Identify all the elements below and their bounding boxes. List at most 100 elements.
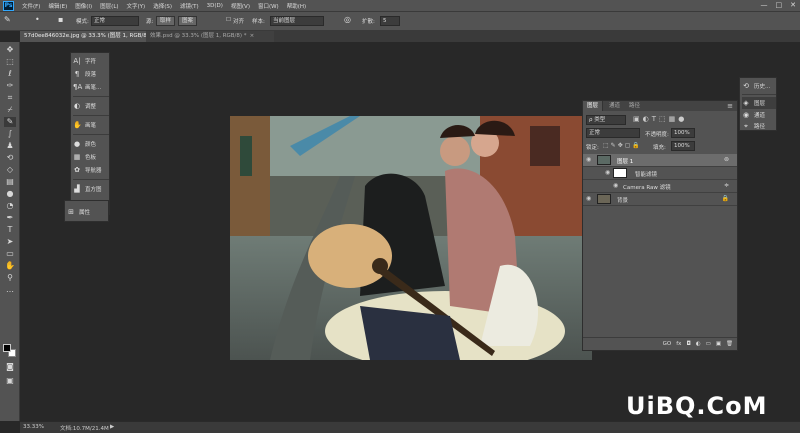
lock-icons[interactable]: ⬚✎✥▢🔒 bbox=[603, 142, 642, 149]
dodge-tool-icon[interactable]: ◔ bbox=[4, 201, 16, 211]
crop-tool-icon[interactable]: ⌗ bbox=[4, 93, 16, 103]
pattern-button[interactable]: 图案 bbox=[178, 16, 198, 26]
divider bbox=[73, 115, 109, 116]
layers-panel-button[interactable]: ◈ 图层 bbox=[742, 97, 776, 109]
character-panel-button[interactable]: A| 字符 bbox=[73, 55, 109, 67]
clone-source-icon[interactable]: ▪ bbox=[58, 15, 63, 24]
menu-3d[interactable]: 3D(D) bbox=[207, 3, 223, 9]
blur-tool-icon[interactable]: ● bbox=[4, 189, 16, 199]
brush-tool-icon[interactable]: ∫ bbox=[4, 129, 16, 139]
zoom-level[interactable]: 33.33% bbox=[23, 424, 44, 430]
filter-type-icons[interactable]: ▣◐T⬚▦● bbox=[633, 115, 687, 123]
new-layer-icon[interactable]: ▣ bbox=[716, 341, 721, 347]
options-bar: ✎ • ▪ 模式: 正常 源: 取样 图案 ☐ 对齐 样本: 当前图层 ◎ 扩散… bbox=[0, 12, 800, 31]
menu-filter[interactable]: 滤镜(T) bbox=[180, 2, 199, 10]
visibility-eye-icon[interactable]: ◉ bbox=[586, 156, 591, 163]
brush-presets-panel-button[interactable]: ¶A 画笔... bbox=[73, 81, 109, 93]
clone-stamp-tool-icon[interactable]: ♟ bbox=[4, 141, 16, 151]
visibility-eye-icon[interactable]: ◉ bbox=[586, 195, 591, 202]
canvas-image[interactable] bbox=[230, 116, 592, 360]
aligned-label: 对齐 bbox=[233, 19, 245, 25]
properties-panel-button[interactable]: ⊞ 属性 bbox=[64, 200, 109, 222]
panel-menu-icon[interactable]: ≡ bbox=[727, 102, 733, 110]
maximize-button[interactable]: □ bbox=[776, 1, 783, 9]
hand-tool-icon[interactable]: ✋ bbox=[4, 261, 16, 271]
close-icon[interactable]: × bbox=[250, 33, 255, 39]
fill-input[interactable]: 100% bbox=[671, 141, 695, 151]
brush-panel-button[interactable]: ✋ 画笔 bbox=[73, 119, 109, 131]
menu-edit[interactable]: 编辑(E) bbox=[48, 2, 67, 10]
trash-icon[interactable]: 🗑 bbox=[726, 341, 733, 347]
menu-image[interactable]: 图像(I) bbox=[75, 2, 92, 10]
paragraph-panel-button[interactable]: ¶ 段落 bbox=[73, 68, 109, 80]
eyedropper-tool-icon[interactable]: ⌿ bbox=[4, 105, 16, 115]
link-layers-icon[interactable]: GO bbox=[663, 341, 672, 347]
properties-item[interactable]: ⊞ 属性 bbox=[67, 206, 103, 218]
path-select-tool-icon[interactable]: ➤ bbox=[4, 237, 16, 247]
brush-preset-icon[interactable]: • bbox=[35, 15, 40, 24]
adjustment-layer-icon[interactable]: ◐ bbox=[696, 341, 701, 347]
type-tool-icon[interactable]: T bbox=[4, 225, 16, 235]
status-menu-arrow-icon[interactable]: ▶ bbox=[110, 424, 114, 430]
marquee-tool-icon[interactable]: ⬚ bbox=[4, 57, 16, 67]
lasso-tool-icon[interactable]: ℓ bbox=[4, 69, 16, 79]
add-mask-icon[interactable]: ◘ bbox=[686, 341, 690, 347]
layer-filter-select[interactable]: ρ 类型 bbox=[586, 115, 626, 125]
screen-mode-icon[interactable]: ▣ bbox=[4, 376, 16, 386]
quick-mask-icon[interactable]: ◙ bbox=[4, 362, 16, 372]
layer-row-smart-filters[interactable]: ◉ 智能滤镜 bbox=[583, 167, 737, 180]
adjustments-panel-button[interactable]: ◐ 调整 bbox=[73, 100, 109, 112]
pressure-icon[interactable]: ◎ bbox=[344, 15, 351, 24]
opacity-input[interactable]: 100% bbox=[671, 128, 695, 138]
menu-view[interactable]: 视图(V) bbox=[231, 2, 250, 10]
layer-row-camera-raw[interactable]: ◉ Camera Raw 滤镜 ≑ bbox=[583, 180, 737, 193]
history-panel-button[interactable]: ⟲ 历史... bbox=[742, 80, 776, 92]
tab-document-2[interactable]: 效果.psd @ 33.3% (图层 1, RGB/8) * × bbox=[146, 31, 274, 42]
visibility-eye-icon[interactable]: ◉ bbox=[613, 182, 618, 189]
tab-layers[interactable]: 图层 bbox=[583, 101, 604, 111]
history-brush-tool-icon[interactable]: ⟲ bbox=[4, 153, 16, 163]
tab-paths[interactable]: 路径 bbox=[625, 101, 644, 111]
menu-select[interactable]: 选择(S) bbox=[153, 2, 172, 10]
menu-window[interactable]: 窗口(W) bbox=[258, 2, 279, 10]
swatches-panel-button[interactable]: ▦ 色板 bbox=[73, 151, 109, 163]
gradient-tool-icon[interactable]: ▤ bbox=[4, 177, 16, 187]
filter-options-icon[interactable]: ≑ bbox=[724, 182, 729, 189]
pen-tool-icon[interactable]: ✒ bbox=[4, 213, 16, 223]
minimize-button[interactable]: — bbox=[761, 1, 768, 9]
mode-select[interactable]: 正常 bbox=[91, 16, 139, 26]
tab-document-1[interactable]: 57d0ee846032e.jpg @ 33.3% (图层 1, RGB/8) … bbox=[20, 31, 161, 42]
healing-brush-tool-icon[interactable]: ✎ bbox=[4, 117, 16, 127]
menu-file[interactable]: 文件(F) bbox=[22, 2, 40, 10]
shape-tool-icon[interactable]: ▭ bbox=[4, 249, 16, 259]
zoom-tool-icon[interactable]: ⚲ bbox=[4, 273, 16, 283]
foreground-color-swatch[interactable] bbox=[3, 344, 11, 352]
menu-help[interactable]: 帮助(H) bbox=[287, 2, 306, 10]
fill-label: 填充: bbox=[653, 145, 666, 151]
tab-channels[interactable]: 通道 bbox=[605, 101, 624, 111]
sample-select[interactable]: 当前图层 bbox=[270, 16, 324, 26]
blend-mode-select[interactable]: 正常 bbox=[586, 128, 640, 138]
healing-brush-icon[interactable]: ✎ bbox=[4, 15, 11, 24]
layer-row-background[interactable]: ◉ 背景 🔒 bbox=[583, 193, 737, 206]
document-size: 文档:10.7M/21.4M bbox=[60, 426, 109, 432]
eraser-tool-icon[interactable]: ◇ bbox=[4, 165, 16, 175]
color-panel-button[interactable]: ● 颜色 bbox=[73, 138, 109, 150]
navigator-panel-button[interactable]: ✿ 导航器 bbox=[73, 164, 109, 176]
quick-select-tool-icon[interactable]: ✑ bbox=[4, 81, 16, 91]
move-tool-icon[interactable]: ✥ bbox=[4, 45, 16, 55]
histogram-panel-button[interactable]: ▟ 直方图 bbox=[73, 183, 109, 195]
menu-type[interactable]: 文字(Y) bbox=[127, 2, 146, 10]
visibility-eye-icon[interactable]: ◉ bbox=[605, 169, 610, 176]
aligned-checkbox[interactable]: ☐ bbox=[226, 17, 231, 23]
close-button[interactable]: ✕ bbox=[790, 1, 796, 9]
layer-row-layer1[interactable]: ◉ 图层 1 ⊚ bbox=[583, 154, 737, 167]
menu-layer[interactable]: 图层(L) bbox=[100, 2, 118, 10]
diffusion-input[interactable]: 5 bbox=[380, 16, 400, 26]
smart-object-icon: ⊚ bbox=[723, 156, 729, 163]
more-tools-icon[interactable]: … bbox=[4, 285, 16, 295]
fx-icon[interactable]: fx bbox=[676, 341, 681, 347]
sampled-button[interactable]: 取样 bbox=[156, 16, 176, 26]
paths-panel-button[interactable]: ⌖ 路径 bbox=[742, 120, 776, 132]
new-group-icon[interactable]: ▭ bbox=[706, 341, 711, 347]
